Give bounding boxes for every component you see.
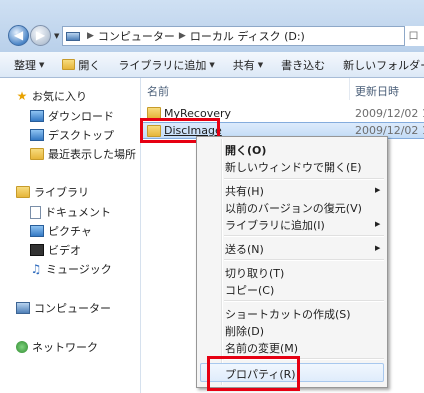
drive-icon <box>66 31 80 41</box>
back-button[interactable]: ◀ <box>8 25 29 46</box>
nav-favorites[interactable]: ★ お気に入り <box>16 88 87 104</box>
breadcrumb-local-disk[interactable]: ローカル ディスク (D:) <box>190 28 305 44</box>
pictures-icon <box>30 225 44 237</box>
submenu-arrow-icon: ▶ <box>375 220 381 228</box>
new-folder-button[interactable]: 新しいフォルダー <box>334 57 424 73</box>
chevron-down-icon: ▼ <box>39 60 45 69</box>
nav-music-label: ミュージック <box>46 263 112 276</box>
submenu-arrow-icon: ▶ <box>375 244 381 252</box>
nav-documents-label: ドキュメント <box>45 206 111 219</box>
burn-label: 書き込む <box>281 58 326 72</box>
nav-favorites-label: お気に入り <box>32 90 87 103</box>
command-bar: 整理 ▼ 開く ライブラリに追加 ▼ 共有 ▼ 書き込む 新しいフォルダー <box>0 52 424 78</box>
share-button[interactable]: 共有 ▼ <box>224 57 272 73</box>
share-label: 共有 <box>232 58 255 72</box>
organize-label: 整理 <box>14 58 36 72</box>
chevron-down-icon: ▼ <box>257 60 264 69</box>
new-folder-label: 新しいフォルダー <box>343 58 424 72</box>
videos-icon <box>30 244 44 256</box>
file-date: 2009/12/02 18 <box>355 107 424 120</box>
recent-places-icon <box>30 148 44 160</box>
documents-icon <box>30 205 41 219</box>
recent-pages-chevron-icon[interactable]: ▼ <box>54 32 59 40</box>
address-box[interactable]: ▶ コンピューター ▶ ローカル ディスク (D:) <box>62 26 412 46</box>
search-input[interactable]: ロー <box>404 26 424 46</box>
forward-button[interactable]: ▶ <box>30 25 51 46</box>
nav-pictures[interactable]: ピクチャ <box>30 223 92 239</box>
nav-music[interactable]: ♫ ミュージック <box>30 261 112 277</box>
menu-item-share[interactable]: 共有(H) <box>225 183 264 199</box>
menu-item-restore-previous[interactable]: 以前のバージョンの復元(V) <box>225 200 362 216</box>
nav-pictures-label: ピクチャ <box>48 225 92 238</box>
menu-separator <box>224 178 384 180</box>
nav-videos[interactable]: ビデオ <box>30 242 81 258</box>
nav-desktop[interactable]: デスクトップ <box>30 127 114 143</box>
column-divider[interactable] <box>349 78 350 100</box>
organize-button[interactable]: 整理 ▼ <box>0 57 53 73</box>
nav-network[interactable]: ネットワーク <box>16 339 98 355</box>
desktop-icon <box>30 129 44 141</box>
open-button[interactable]: 開く <box>53 57 109 73</box>
menu-separator <box>224 235 384 237</box>
menu-item-create-shortcut[interactable]: ショートカットの作成(S) <box>225 306 351 322</box>
nav-computer-label: コンピューター <box>34 302 111 315</box>
column-header-name[interactable]: 名前 <box>147 83 169 99</box>
menu-item-delete[interactable]: 削除(D) <box>225 323 264 339</box>
menu-item-open-new-window[interactable]: 新しいウィンドウで開く(E) <box>225 159 362 175</box>
libraries-icon <box>16 186 30 198</box>
nav-recent-label: 最近表示した場所 <box>48 148 136 161</box>
computer-icon <box>16 302 30 314</box>
menu-item-rename[interactable]: 名前の変更(M) <box>225 340 298 356</box>
star-icon: ★ <box>16 89 28 103</box>
burn-button[interactable]: 書き込む <box>272 57 334 73</box>
navigation-pane: ★ お気に入り ダウンロード デスクトップ 最近表示した場所 ライブラリ ドキュ… <box>0 78 141 393</box>
music-icon: ♫ <box>30 262 42 276</box>
nav-desktop-label: デスクトップ <box>48 129 114 142</box>
menu-icon-gutter <box>221 139 223 385</box>
menu-item-open[interactable]: 開く(O) <box>225 142 266 158</box>
nav-recent-places[interactable]: 最近表示した場所 <box>30 146 136 162</box>
include-in-library-button[interactable]: ライブラリに追加 ▼ <box>109 57 223 73</box>
nav-libraries[interactable]: ライブラリ <box>16 184 89 200</box>
open-label: 開く <box>78 58 101 72</box>
nav-computer[interactable]: コンピューター <box>16 300 111 316</box>
column-header-date[interactable]: 更新日時 <box>355 83 399 99</box>
nav-documents[interactable]: ドキュメント <box>30 204 111 220</box>
nav-videos-label: ビデオ <box>48 244 81 257</box>
menu-item-copy[interactable]: コピー(C) <box>225 282 274 298</box>
nav-network-label: ネットワーク <box>32 341 98 354</box>
downloads-folder-icon <box>30 110 44 122</box>
breadcrumb-separator-icon[interactable]: ▶ <box>87 31 94 41</box>
nav-downloads-label: ダウンロード <box>48 110 114 123</box>
chevron-down-icon: ▼ <box>209 60 215 69</box>
menu-separator <box>224 259 384 261</box>
menu-item-send-to[interactable]: 送る(N) <box>225 241 264 257</box>
nav-downloads[interactable]: ダウンロード <box>30 108 114 124</box>
nav-libraries-label: ライブラリ <box>34 186 89 199</box>
context-menu: 開く(O) 新しいウィンドウで開く(E) 共有(H) ▶ 以前のバージョンの復元… <box>196 136 388 388</box>
submenu-arrow-icon: ▶ <box>375 186 381 194</box>
menu-item-cut[interactable]: 切り取り(T) <box>225 265 284 281</box>
breadcrumb-separator-icon[interactable]: ▶ <box>179 31 186 41</box>
address-bar-area: ◀ ▶ ▼ ▶ コンピューター ▶ ローカル ディスク (D:) ロー <box>0 0 424 53</box>
menu-item-include-library[interactable]: ライブラリに追加(I) <box>225 217 325 233</box>
breadcrumb-computer[interactable]: コンピューター <box>98 28 175 44</box>
network-icon <box>16 341 28 353</box>
highlight-box-properties <box>207 356 300 391</box>
folder-open-icon <box>62 59 76 70</box>
menu-separator <box>224 300 384 302</box>
include-in-library-label: ライブラリに追加 <box>118 58 207 72</box>
